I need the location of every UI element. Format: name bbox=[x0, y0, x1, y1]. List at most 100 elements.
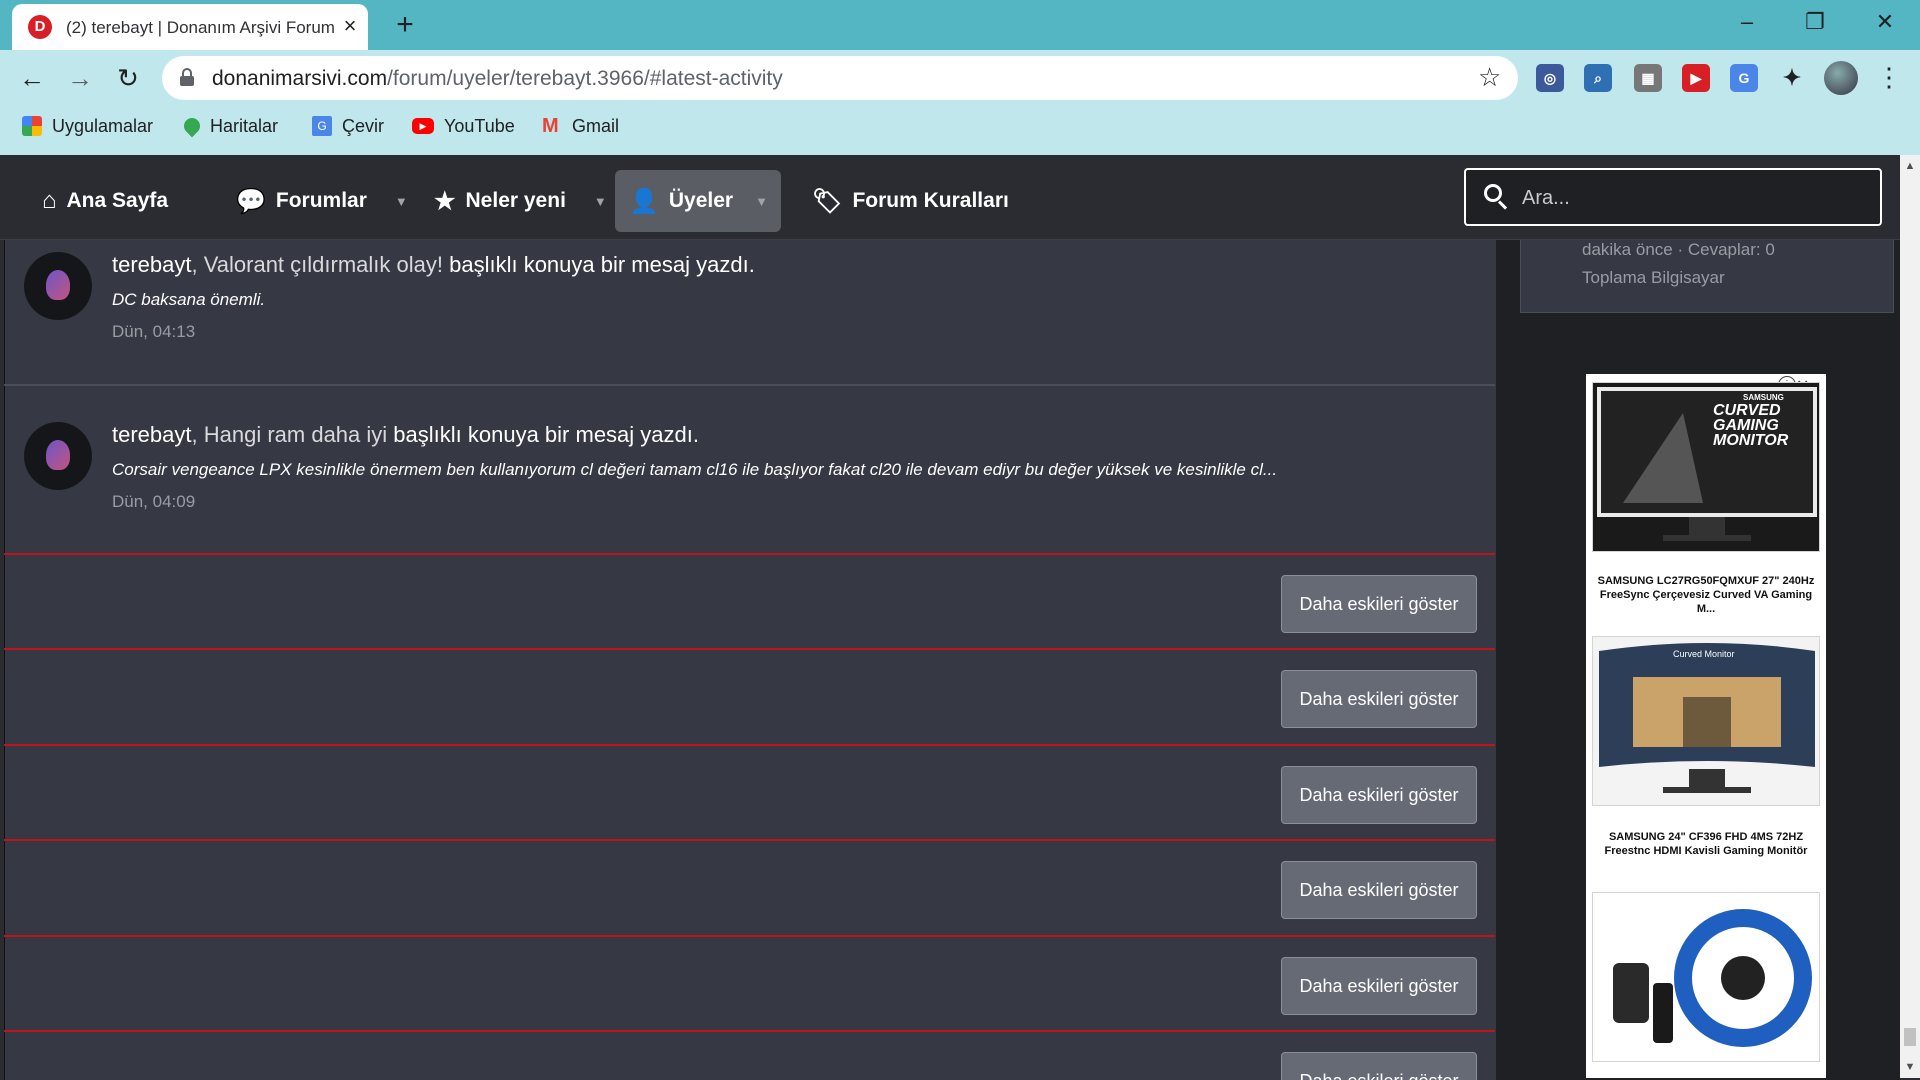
load-more-button[interactable]: Daha eskileri göster bbox=[1281, 575, 1477, 633]
activity-time[interactable]: Dün, 04:13 bbox=[112, 322, 195, 342]
back-button[interactable]: ← bbox=[14, 62, 50, 94]
nav-home-label: Ana Sayfa bbox=[66, 189, 169, 212]
ad-product-caption[interactable]: SAMSUNG 24" CF396 FHD 4MS 72HZ Freestnc … bbox=[1594, 830, 1818, 858]
user-link[interactable]: terebayt bbox=[112, 422, 192, 447]
activity-title: terebayt, Valorant çıldırmalık olay! baş… bbox=[112, 252, 755, 277]
load-more-row: Daha eskileri göster bbox=[4, 744, 1495, 841]
star-icon: ★ bbox=[434, 187, 456, 215]
chevron-down-icon[interactable]: ▼ bbox=[395, 194, 408, 209]
extension-search-icon[interactable]: ⌕ bbox=[1584, 64, 1612, 92]
ad-image-text: Curved Monitor bbox=[1673, 649, 1735, 659]
new-tab-button[interactable]: + bbox=[388, 10, 422, 40]
profile-avatar[interactable] bbox=[1824, 61, 1858, 95]
load-more-row: Daha eskileri göster bbox=[4, 839, 1495, 936]
bookmark-gmail[interactable]: M Gmail bbox=[542, 112, 619, 140]
bookmark-label: Uygulamalar bbox=[52, 115, 154, 136]
ad-product-image[interactable]: CURVED GAMING MONITOR SAMSUNG bbox=[1592, 382, 1820, 552]
load-more-row: Daha eskileri göster bbox=[4, 1030, 1495, 1080]
activity-item: terebayt, Valorant çıldırmalık olay! baş… bbox=[4, 216, 1495, 386]
load-more-button[interactable]: Daha eskileri göster bbox=[1281, 861, 1477, 919]
activity-action: başlıklı konuya bir mesaj yazdı. bbox=[449, 252, 755, 277]
reload-button[interactable]: ↻ bbox=[110, 62, 146, 94]
nav-rules-label: Forum Kuralları bbox=[852, 189, 1009, 212]
scrollbar-thumb[interactable] bbox=[1904, 1028, 1916, 1046]
chevron-down-icon[interactable]: ▼ bbox=[755, 194, 768, 209]
page-scrollbar[interactable] bbox=[1900, 155, 1920, 1078]
translate-icon: G bbox=[312, 116, 332, 136]
bookmark-label: Gmail bbox=[572, 115, 620, 136]
lock-icon bbox=[180, 68, 194, 86]
load-more-button[interactable]: Daha eskileri göster bbox=[1281, 670, 1477, 728]
thread-link[interactable]: Valorant çıldırmalık olay! bbox=[204, 252, 443, 277]
url-text[interactable]: donanimarsivi.com/forum/uyeler/terebayt.… bbox=[212, 67, 783, 91]
bookmark-label: YouTube bbox=[444, 115, 515, 136]
ad-product-image[interactable] bbox=[1592, 892, 1820, 1062]
avatar[interactable] bbox=[24, 252, 92, 320]
ad-brand: SAMSUNG bbox=[1743, 393, 1784, 402]
home-icon: ⌂ bbox=[42, 187, 57, 214]
advertisement[interactable]: i ✕ CURVED GAMING MONITOR SAMSUNG SAMSUN… bbox=[1586, 374, 1826, 1078]
url-path: /forum/uyeler/terebayt.3966/#latest-acti… bbox=[387, 67, 783, 90]
restore-button[interactable]: ❐ bbox=[1792, 6, 1838, 38]
sidebar-thread-meta: dakika önce · Cevaplar: 0 bbox=[1582, 240, 1775, 259]
extension-4-icon[interactable]: ▶ bbox=[1682, 64, 1710, 92]
window-close-button[interactable]: ✕ bbox=[1862, 6, 1908, 38]
forward-button[interactable]: → bbox=[62, 62, 98, 94]
tag-icon: 🏷 bbox=[812, 187, 843, 215]
activity-item: terebayt, Hangi ram daha iyi başlıklı ko… bbox=[4, 386, 1495, 554]
maps-pin-icon bbox=[180, 114, 204, 138]
load-more-button[interactable]: Daha eskileri göster bbox=[1281, 1052, 1477, 1080]
bookmark-star-icon[interactable]: ☆ bbox=[1478, 62, 1501, 93]
skull-avatar-icon bbox=[46, 270, 70, 300]
activity-title: terebayt, Hangi ram daha iyi başlıklı ko… bbox=[112, 422, 699, 447]
bookmark-maps[interactable]: Haritalar bbox=[180, 112, 279, 140]
url-host: donanimarsivi.com bbox=[212, 67, 388, 90]
nav-members-label: Üyeler bbox=[668, 189, 734, 212]
activity-time[interactable]: Dün, 04:09 bbox=[112, 492, 195, 512]
bookmark-label: Çevir bbox=[342, 115, 385, 136]
ad-product-caption[interactable]: SAMSUNG LC27RG50FQMXUF 27" 240Hz FreeSyn… bbox=[1594, 574, 1818, 616]
search-box[interactable] bbox=[1464, 168, 1882, 226]
activity-snippet[interactable]: Corsair vengeance LPX kesinlikle önermem… bbox=[112, 460, 1277, 480]
browser-menu-icon[interactable]: ⋮ bbox=[1876, 60, 1902, 96]
tab-close-icon[interactable]: × bbox=[338, 14, 362, 38]
load-more-row: Daha eskileri göster bbox=[4, 648, 1495, 745]
apps-grid-icon bbox=[22, 116, 42, 136]
ad-image-text: CURVED GAMING MONITOR bbox=[1713, 402, 1789, 449]
bookmark-apps[interactable]: Uygulamalar bbox=[22, 112, 153, 140]
site-favicon-icon: D bbox=[28, 15, 52, 39]
user-icon: 👤 bbox=[629, 187, 659, 215]
minimize-button[interactable]: – bbox=[1724, 6, 1770, 38]
bookmark-youtube[interactable]: ▶ YouTube bbox=[412, 112, 515, 140]
ad-product-image[interactable]: Curved Monitor bbox=[1592, 636, 1820, 806]
sidebar-forum-link[interactable]: Toplama Bilgisayar bbox=[1582, 268, 1725, 288]
skull-avatar-icon bbox=[46, 440, 70, 470]
address-bar[interactable]: donanimarsivi.com/forum/uyeler/terebayt.… bbox=[162, 56, 1518, 100]
youtube-icon: ▶ bbox=[412, 118, 434, 134]
bookmark-translate[interactable]: G Çevir bbox=[312, 112, 384, 140]
search-input[interactable] bbox=[1520, 183, 1864, 213]
chevron-down-icon[interactable]: ▼ bbox=[594, 194, 607, 209]
activity-snippet[interactable]: DC baksana önemli. bbox=[112, 290, 265, 310]
load-more-button[interactable]: Daha eskileri göster bbox=[1281, 766, 1477, 824]
avatar[interactable] bbox=[24, 422, 92, 490]
steering-wheel-image bbox=[1613, 909, 1812, 1047]
extensions-puzzle-icon[interactable]: ✦ bbox=[1778, 64, 1806, 92]
extension-1-icon[interactable]: ◎ bbox=[1536, 64, 1564, 92]
nav-whats-new-label: Neler yeni bbox=[465, 189, 566, 212]
extension-3-icon[interactable]: ▦ bbox=[1634, 64, 1662, 92]
nav-forums-label: Forumlar bbox=[275, 189, 367, 212]
load-more-button[interactable]: Daha eskileri göster bbox=[1281, 957, 1477, 1015]
thread-link[interactable]: Hangi ram daha iyi bbox=[204, 422, 387, 447]
activity-action: başlıklı konuya bir mesaj yazdı. bbox=[393, 422, 699, 447]
translate-extension-icon[interactable]: G bbox=[1730, 64, 1758, 92]
load-more-row: Daha eskileri göster bbox=[4, 553, 1495, 650]
user-link[interactable]: terebayt bbox=[112, 252, 192, 277]
scroll-down-icon[interactable]: ▼ bbox=[1900, 1056, 1920, 1078]
tab-title: (2) terebayt | Donanım Arşivi Forum bbox=[66, 18, 334, 37]
scroll-up-icon[interactable]: ▲ bbox=[1900, 155, 1920, 177]
curved-monitor-image bbox=[1599, 643, 1815, 793]
browser-tab[interactable]: D (2) terebayt | Donanım Arşivi Forum × bbox=[12, 4, 368, 50]
comments-icon: 💬 bbox=[236, 187, 266, 215]
bookmark-label: Haritalar bbox=[210, 115, 279, 136]
